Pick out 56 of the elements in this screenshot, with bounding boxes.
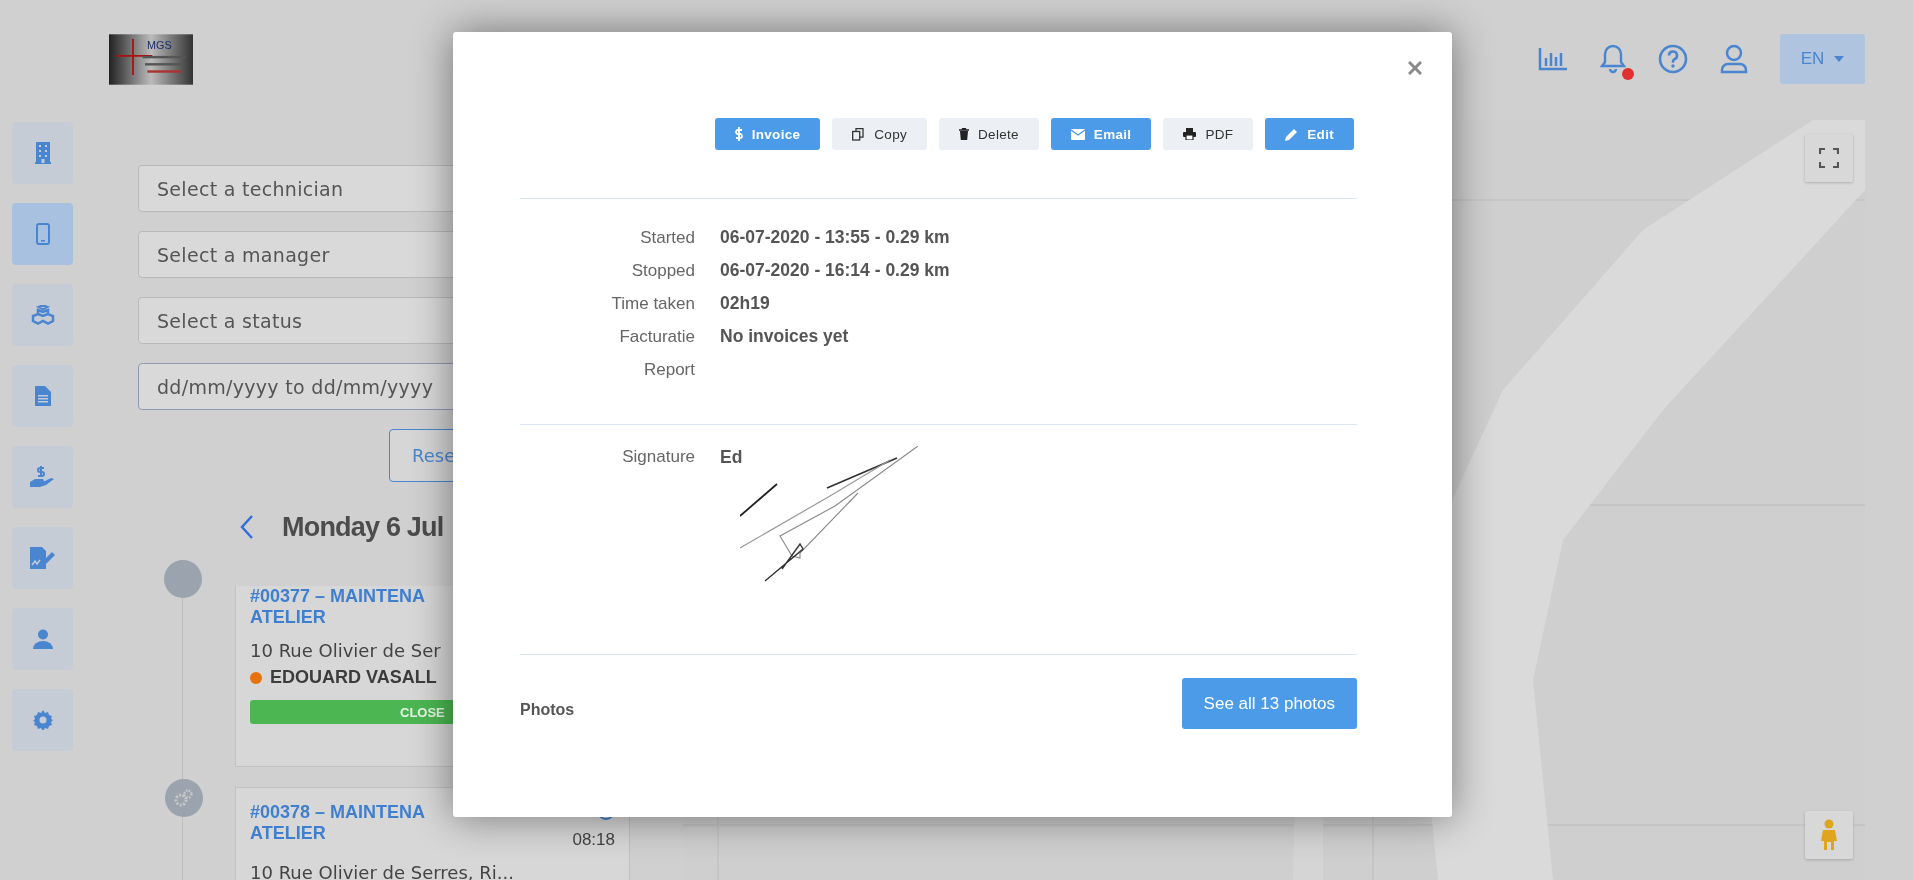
signed-document-icon xyxy=(29,547,56,569)
bar-chart-icon[interactable] xyxy=(1538,47,1568,71)
trash-icon xyxy=(959,128,970,140)
sidebar-item[interactable] xyxy=(12,608,73,670)
detail-value: 06-07-2020 - 16:14 - 0.29 km xyxy=(720,260,950,281)
boxes-icon xyxy=(30,305,55,325)
action-button[interactable]: Edit xyxy=(1265,118,1354,150)
sidebar-item[interactable] xyxy=(12,365,73,427)
detail-value: No invoices yet xyxy=(720,326,849,347)
dollar-icon xyxy=(734,127,743,141)
action-button[interactable]: Email xyxy=(1050,118,1152,150)
sidebar-item[interactable] xyxy=(12,689,73,751)
copy-icon xyxy=(852,127,866,141)
document-icon xyxy=(34,386,51,406)
envelope-icon xyxy=(1070,128,1085,140)
action-button[interactable]: PDF xyxy=(1163,118,1254,150)
job-address: 10 Rue Olivier de Ser xyxy=(250,640,442,661)
help-icon[interactable] xyxy=(1658,44,1688,74)
logo: MGS xyxy=(109,34,193,85)
action-button[interactable]: Delete xyxy=(939,118,1039,150)
see-all-photos-button[interactable]: See all 13 photos xyxy=(1181,678,1357,729)
printer-icon xyxy=(1183,128,1197,140)
user-icon[interactable] xyxy=(1720,44,1748,74)
action-button[interactable]: Invoice xyxy=(714,118,821,150)
job-title[interactable]: #00378 – MAINTENA ATELIER xyxy=(250,802,426,850)
technician-name: EDOUARD VASALL xyxy=(270,667,437,688)
day-heading: Monday 6 Jul xyxy=(282,511,444,543)
language-dropdown[interactable]: EN xyxy=(1780,34,1865,84)
timeline-dot xyxy=(164,560,202,598)
pencil-icon xyxy=(1285,127,1299,141)
detail-label: Signature xyxy=(621,447,695,468)
fullscreen-button[interactable] xyxy=(1805,134,1853,182)
signer-name: Ed xyxy=(720,447,743,467)
bell-icon[interactable] xyxy=(1600,44,1626,74)
sidebar-item[interactable] xyxy=(12,284,73,346)
sidebar-item[interactable] xyxy=(12,122,73,184)
pegman-button[interactable] xyxy=(1805,811,1853,859)
close-icon xyxy=(1408,61,1422,75)
job-time: 08:18 xyxy=(572,830,615,850)
mobile-phone-icon xyxy=(35,223,50,245)
sidebar-item[interactable] xyxy=(12,446,73,508)
chevron-left-icon[interactable] xyxy=(240,514,254,540)
caret-icon xyxy=(1834,56,1845,62)
detail-value: 02h19 xyxy=(720,293,770,314)
user-icon xyxy=(32,629,53,649)
action-button[interactable]: Copy xyxy=(832,118,928,150)
detail-value: 06-07-2020 - 13:55 - 0.29 km xyxy=(720,227,950,248)
photos-label: Photos xyxy=(520,700,575,719)
expand-icon xyxy=(1819,148,1839,168)
sidebar-item[interactable] xyxy=(12,203,73,265)
person-icon xyxy=(1819,819,1839,851)
building-icon xyxy=(34,142,51,164)
settings-icon xyxy=(32,710,53,730)
sidebar-item[interactable] xyxy=(12,527,73,589)
hand-dollar-icon xyxy=(29,465,56,489)
job-title[interactable]: #00377 – MAINTENA ATELIER xyxy=(250,586,426,628)
